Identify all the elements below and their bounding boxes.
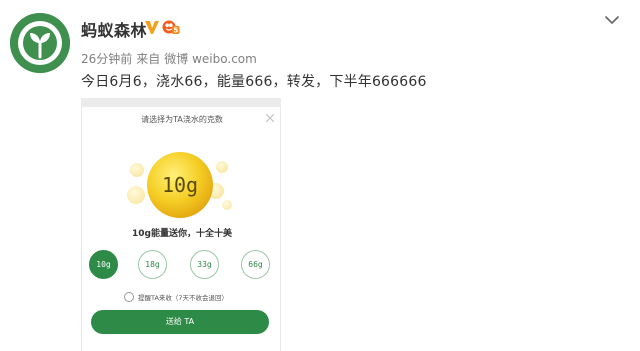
vip-level-number: 5 xyxy=(173,27,178,35)
verified-v-icon xyxy=(145,21,159,34)
coin-label: 10g xyxy=(162,173,198,197)
option-10g[interactable]: 10g xyxy=(89,250,118,279)
source-prefix: 来自 xyxy=(136,52,161,66)
watering-dialog: 请选择为TA浇水的克数 10g 10g能量送你，十全十美 10g 18g 33g… xyxy=(81,107,281,351)
option-66g[interactable]: 66g xyxy=(241,250,270,279)
ant-forest-logo-icon xyxy=(10,13,70,73)
remind-checkbox[interactable] xyxy=(124,292,134,302)
post-source[interactable]: 微博 weibo.com xyxy=(164,52,257,66)
remind-label: 提醒TA来收（7天不收会退回） xyxy=(138,294,229,302)
username[interactable]: 蚂蚁森林 xyxy=(81,17,147,41)
avatar[interactable] xyxy=(10,13,70,73)
energy-message: 10g能量送你，十全十美 xyxy=(132,229,232,239)
image-top-strip xyxy=(81,98,281,107)
option-18g[interactable]: 18g xyxy=(138,250,167,279)
close-icon[interactable] xyxy=(265,113,275,123)
post-time[interactable]: 26分钟前 xyxy=(81,52,132,66)
chevron-down-icon[interactable] xyxy=(605,15,619,25)
remind-option[interactable]: 提醒TA来收（7天不收会退回） xyxy=(124,291,281,303)
post-text: 今日6月6，浇水66，能量666，转发，下半年666666 xyxy=(81,74,427,90)
gram-options: 10g 18g 33g 66g xyxy=(82,250,281,280)
energy-coin-icon: 10g xyxy=(127,152,232,218)
option-33g[interactable]: 33g xyxy=(190,250,219,279)
post-meta: 26分钟前 来自 微博 weibo.com xyxy=(81,50,261,67)
vip-level-icon[interactable]: 5 xyxy=(162,19,180,35)
post-image[interactable]: 请选择为TA浇水的克数 10g 10g能量送你，十全十美 10g 18g 33g… xyxy=(81,98,281,351)
dialog-title: 请选择为TA浇水的克数 xyxy=(141,115,223,124)
send-button[interactable]: 送给 TA xyxy=(91,310,269,334)
